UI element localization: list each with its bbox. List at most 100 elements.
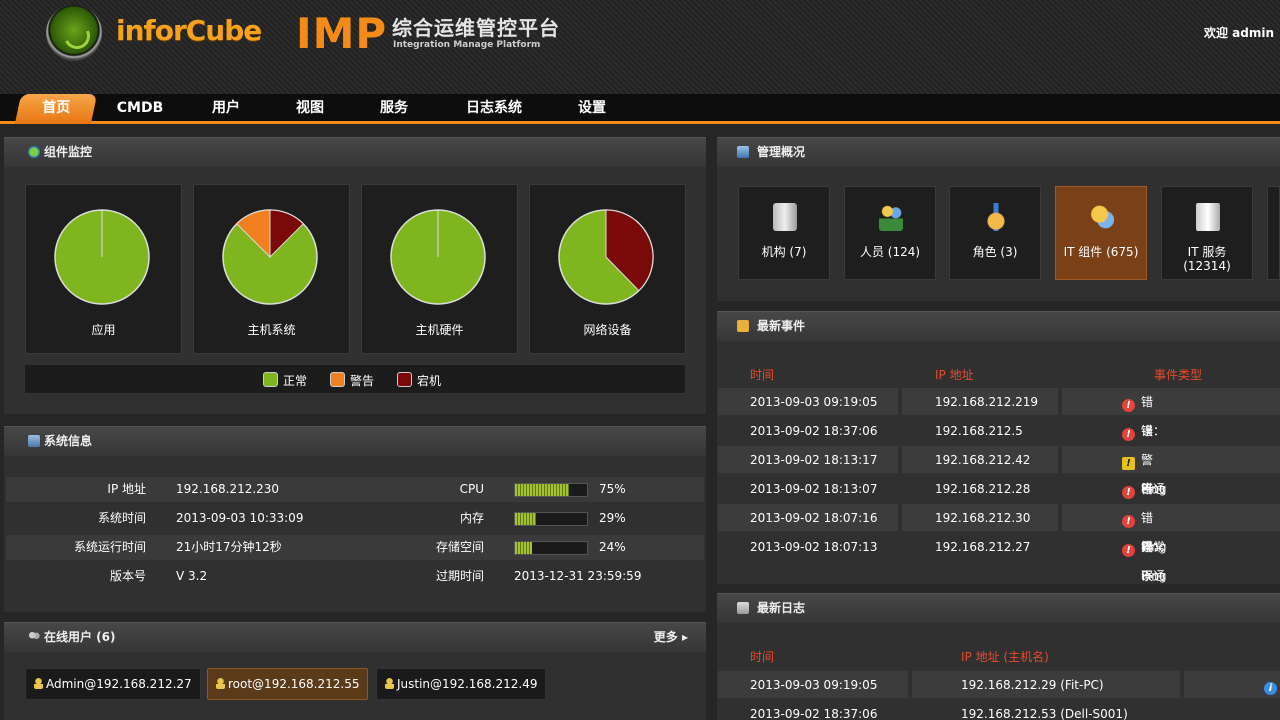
- nav-tab-views[interactable]: 视图: [280, 94, 340, 124]
- error-icon: !: [1122, 544, 1135, 557]
- storage-usage-bar: [514, 541, 588, 555]
- mgmt-tile-roles[interactable]: 角色 (3): [949, 186, 1041, 280]
- event-row[interactable]: 2013-09-02 18:13:07 192.168.212.28 !错误：P…: [718, 475, 1280, 583]
- user-label: Admin@192.168.212.27: [46, 677, 192, 691]
- nav-tab-settings[interactable]: 设置: [562, 94, 622, 124]
- panel-title: 组件监控: [44, 145, 93, 159]
- info-row-version: 版本号 V 3.2 过期时间 2013-12-31 23:59:59: [6, 564, 704, 589]
- cpu-usage-bar: [514, 483, 588, 497]
- product-logo: IMP: [296, 9, 388, 58]
- log-row[interactable]: 2013-09-02 18:37:06 192.168.212.53 (Dell…: [718, 700, 1280, 720]
- mgmt-tile-more[interactable]: [1267, 186, 1280, 280]
- folder-icon: [737, 320, 749, 332]
- column-header-ip[interactable]: IP 地址: [935, 366, 974, 383]
- event-row[interactable]: 2013-09-02 18:37:06 192.168.212.5 !错误：Pi…: [718, 417, 1280, 525]
- pie-label: 主机系统: [247, 323, 296, 337]
- online-user-item[interactable]: Admin@192.168.212.27: [25, 668, 201, 700]
- column-header-type[interactable]: 事件类型: [1154, 366, 1202, 383]
- nav-tab-services[interactable]: 服务: [364, 94, 424, 124]
- latest-events-header: 最新事件: [717, 311, 1280, 341]
- info-key: 过期时间: [435, 569, 484, 583]
- panel-title: 管理概况: [757, 145, 806, 159]
- header-bar: inforCube IMP 综合运维管控平台 Integration Manag…: [0, 0, 1280, 94]
- system-icon: [28, 435, 40, 447]
- event-time: 2013-09-02 18:37:06: [750, 424, 878, 438]
- platform-subtitle: Integration Manage Platform: [393, 40, 541, 50]
- error-icon: !: [1122, 428, 1135, 441]
- building-icon: [773, 203, 797, 231]
- event-ip: 192.168.212.5: [935, 424, 1023, 438]
- info-row-ip: IP 地址 192.168.212.230 CPU 75%: [6, 477, 704, 502]
- error-icon: !: [1122, 399, 1135, 412]
- legend-label: 宕机: [417, 374, 442, 388]
- log-time: 2013-09-03 09:19:05: [750, 678, 878, 692]
- users-icon: [28, 631, 40, 643]
- legend-down: 宕机: [397, 372, 441, 389]
- latest-logs-header: 最新日志: [717, 593, 1280, 623]
- management-header: 管理概况: [717, 137, 1280, 167]
- info-key: 系统时间: [97, 511, 146, 525]
- event-row[interactable]: 2013-09-02 18:07:13 192.168.212.27 !错误：P…: [718, 533, 1280, 641]
- log-time: 2013-09-02 18:37:06: [750, 707, 878, 720]
- event-ip: 192.168.212.219: [935, 395, 1039, 409]
- info-key: CPU: [459, 482, 484, 496]
- legend-label: 警告: [350, 374, 375, 388]
- more-link[interactable]: 更多 ▸: [654, 623, 688, 651]
- mgmt-tile-people[interactable]: 人员 (124): [844, 186, 936, 280]
- event-row[interactable]: 2013-09-03 09:19:05 192.168.212.219 ! 错误：…: [718, 388, 1280, 496]
- pie-card-apps[interactable]: 应用: [25, 184, 182, 354]
- event-ip: 192.168.212.27: [935, 540, 1031, 554]
- event-time: 2013-09-02 18:07:13: [750, 540, 878, 554]
- mgmt-tile-it-components[interactable]: IT 组件 (675): [1055, 186, 1147, 280]
- cell-bg: [1062, 446, 1280, 473]
- memory-usage-bar: [514, 512, 588, 526]
- info-key: 版本号: [109, 569, 146, 583]
- globe-logo-icon: [46, 5, 102, 61]
- info-value: 75%: [599, 482, 626, 496]
- online-user-item[interactable]: Justin@192.168.212.49: [376, 668, 547, 700]
- event-row[interactable]: 2013-09-02 18:13:17 192.168.212.42 !警告：容…: [718, 446, 1280, 554]
- event-row[interactable]: 2013-09-02 18:07:16 192.168.212.30 ! 错误：P…: [718, 504, 1280, 612]
- mgmt-tile-it-services[interactable]: IT 服务 (12314): [1161, 186, 1253, 280]
- info-value: 24%: [599, 540, 626, 554]
- event-time: 2013-09-03 09:19:05: [750, 395, 878, 409]
- welcome-user[interactable]: 欢迎 admin: [1204, 24, 1274, 41]
- error-icon: !: [1122, 486, 1135, 499]
- info-value: 29%: [599, 511, 626, 525]
- tile-label: IT 服务 (12314): [1183, 245, 1231, 273]
- main-nav: 首页 CMDB 用户 视图 服务 日志系统 设置: [0, 94, 1280, 124]
- info-key: 存储空间: [435, 540, 484, 554]
- user-label: Justin@192.168.212.49: [397, 677, 538, 691]
- log-row[interactable]: 2013-09-03 09:19:05 192.168.212.29 (Fit-…: [718, 671, 1280, 700]
- online-user-item[interactable]: root@192.168.212.55: [207, 668, 369, 700]
- nav-tab-cmdb[interactable]: CMDB: [108, 94, 172, 124]
- warning-icon: !: [1122, 457, 1135, 470]
- nav-tab-logs[interactable]: 日志系统: [452, 94, 536, 124]
- pie-label: 网络设备: [583, 323, 632, 337]
- info-row-uptime: 系统运行时间 21小时17分钟12秒 存储空间 24%: [6, 535, 704, 560]
- legend-normal: 正常: [263, 372, 307, 389]
- event-time: 2013-09-02 18:13:17: [750, 453, 878, 467]
- info-key: IP 地址: [107, 482, 146, 496]
- event-ip: 192.168.212.30: [935, 511, 1031, 525]
- column-header-time[interactable]: 时间: [750, 366, 774, 383]
- panel-title: 在线用户 (6): [44, 630, 116, 644]
- pie-card-network[interactable]: 网络设备: [529, 184, 686, 354]
- legend-swatch: [397, 372, 412, 387]
- nav-tab-home[interactable]: 首页: [14, 94, 98, 124]
- nav-tab-users[interactable]: 用户: [196, 94, 256, 124]
- pie-card-host-hardware[interactable]: 主机硬件: [361, 184, 518, 354]
- log-host: 192.168.212.53 (Dell-S001): [961, 707, 1128, 720]
- mgmt-tile-organization[interactable]: 机构 (7): [738, 186, 830, 280]
- log-host: 192.168.212.29 (Fit-PC): [961, 678, 1104, 692]
- component-icon: [1090, 203, 1114, 231]
- pie-chart: [222, 209, 318, 305]
- column-header-time[interactable]: 时间: [750, 648, 774, 665]
- legend-warning: 警告: [330, 372, 374, 389]
- column-header-host[interactable]: IP 地址 (主机名): [961, 648, 1049, 665]
- tile-label: IT 组件 (675): [1063, 245, 1139, 259]
- pie-card-host-systems[interactable]: 主机系统: [193, 184, 350, 354]
- info-value: 2013-09-03 10:33:09: [176, 511, 304, 525]
- panel-title: 最新日志: [757, 601, 806, 615]
- panel-title: 系统信息: [44, 434, 93, 448]
